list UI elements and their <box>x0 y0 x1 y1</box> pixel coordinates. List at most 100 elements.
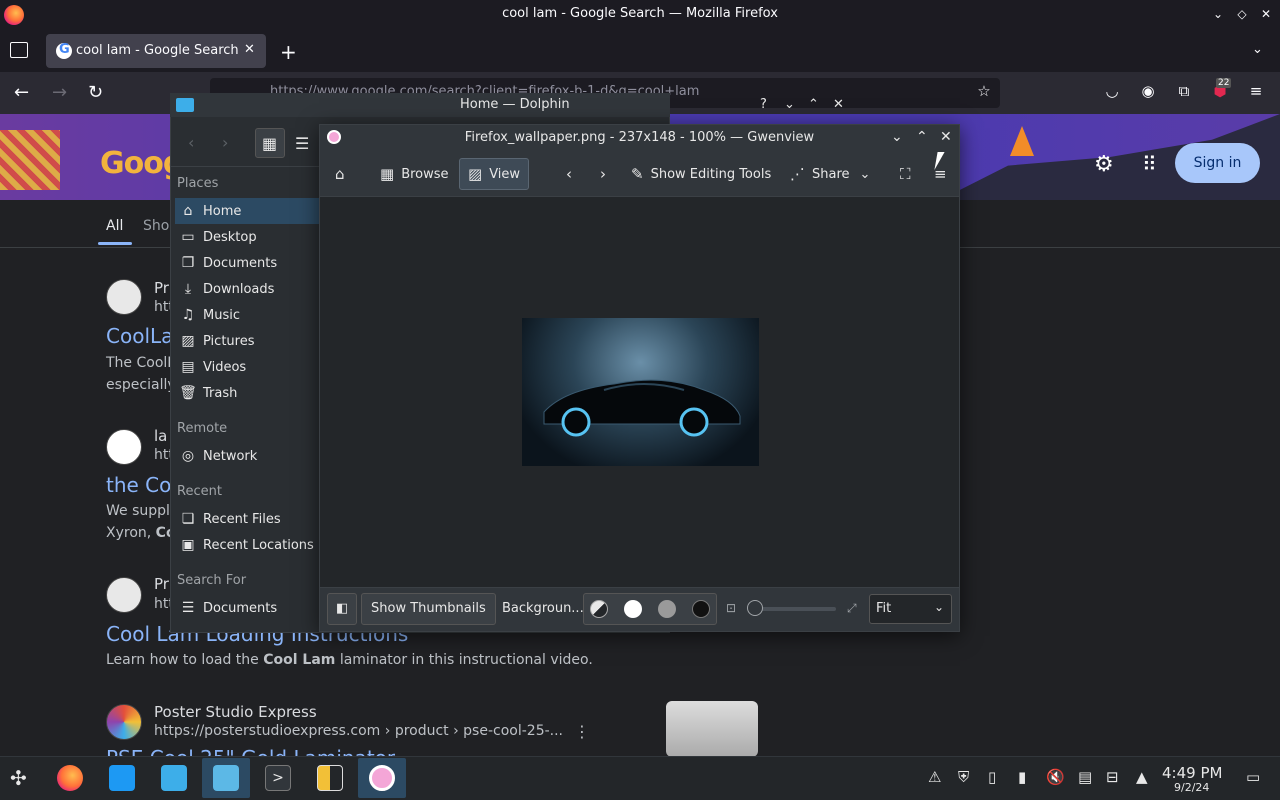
back-chevron-icon[interactable]: ‹ <box>188 133 194 152</box>
tab-all[interactable]: All <box>106 218 123 234</box>
section-search: Search For <box>177 573 247 588</box>
bookmark-star-icon[interactable]: ☆ <box>974 82 994 102</box>
place-desktop[interactable]: ▭ Desktop <box>175 224 321 250</box>
application-launcher-icon[interactable]: ✣ <box>10 766 27 790</box>
show-editing-tools-button[interactable]: ✎ Show Editing Tools <box>623 158 779 190</box>
close-icon[interactable]: ✕ <box>833 97 844 112</box>
list-all-tabs-icon[interactable]: ⌄ <box>1252 42 1263 57</box>
new-tab-icon[interactable]: + <box>280 40 297 64</box>
result-title[interactable]: the Co <box>106 473 171 497</box>
result-url[interactable]: https://posterstudioexpress.com › produc… <box>154 723 563 739</box>
place-trash[interactable]: 🗑 Trash <box>175 380 321 406</box>
place-network[interactable]: ◎ Network <box>175 443 321 469</box>
forward-arrow-icon[interactable]: → <box>52 82 67 103</box>
sign-in-button[interactable]: Sign in <box>1175 143 1260 183</box>
steam-deck-icon <box>317 765 343 791</box>
close-icon[interactable]: ✕ <box>1258 6 1274 22</box>
minimize-icon[interactable]: ⌄ <box>891 129 903 145</box>
place-home[interactable]: ⌂ Home <box>175 198 321 224</box>
settings-gear-icon[interactable]: ⚙ <box>1094 152 1114 177</box>
help-icon[interactable]: ? <box>760 97 767 112</box>
volume-muted-icon[interactable]: 🔇 <box>1046 768 1065 786</box>
share-button[interactable]: ⋰ Share ⌄ <box>782 158 878 190</box>
place-recent-files[interactable]: ❏ Recent Files <box>175 506 321 532</box>
clock-time[interactable]: 4:49 PM <box>1162 764 1222 782</box>
place-recent-locations[interactable]: ▣ Recent Locations <box>175 532 321 558</box>
usb-drive-icon[interactable]: ▤ <box>1078 768 1092 786</box>
place-pictures[interactable]: ▨ Pictures <box>175 328 321 354</box>
reload-icon[interactable]: ↻ <box>88 82 103 103</box>
result-snippet: The CoolL <box>106 355 176 371</box>
result-title[interactable]: PSE Cool 25" Gold Laminator <box>106 746 395 756</box>
tab-label: cool lam - Google Search <box>76 43 239 58</box>
result-site-name[interactable]: Pr <box>154 279 169 297</box>
minimize-icon[interactable]: ⌄ <box>784 97 795 112</box>
place-documents[interactable]: ❐ Documents <box>175 250 321 276</box>
place-music[interactable]: ♫ Music <box>175 302 321 328</box>
details-view-icon[interactable]: ☰ <box>295 134 309 153</box>
apps-grid-icon[interactable]: ⠿ <box>1142 152 1157 176</box>
minimize-icon[interactable]: ⌄ <box>1210 6 1226 22</box>
more-options-icon[interactable]: ⋮ <box>574 722 590 741</box>
result-site-name[interactable]: la <box>154 427 167 445</box>
maximize-icon[interactable]: ⌃ <box>808 97 819 112</box>
dolphin-titlebar[interactable] <box>170 93 670 117</box>
result-site-name[interactable]: Pr <box>154 575 169 593</box>
result-snippet: We supply <box>106 503 179 519</box>
zoom-slider-handle[interactable] <box>747 600 763 616</box>
shield-icon[interactable]: ⛨ <box>958 768 969 786</box>
background-light-button[interactable] <box>624 600 642 618</box>
clipboard-icon[interactable]: ▯ <box>988 768 996 786</box>
chevron-down-icon: ⌄ <box>934 600 945 614</box>
show-thumbnails-button[interactable]: Show Thumbnails <box>361 593 496 625</box>
result-favicon[interactable] <box>106 429 142 465</box>
tab-overview-icon[interactable] <box>10 42 28 58</box>
battery-icon[interactable]: ▮ <box>1018 768 1026 786</box>
back-arrow-icon[interactable]: ← <box>14 82 29 103</box>
show-desktop-icon[interactable]: ▭ <box>1246 768 1260 786</box>
menu-icon[interactable]: ≡ <box>1246 82 1266 102</box>
result-site-name[interactable]: Poster Studio Express <box>154 703 317 721</box>
place-videos[interactable]: ▤ Videos <box>175 354 321 380</box>
fullscreen-button[interactable]: ⛶ <box>892 158 919 190</box>
result-thumbnail[interactable] <box>666 701 758 757</box>
background-neutral-button[interactable] <box>658 600 676 618</box>
extensions-icon[interactable]: ⧉ <box>1174 82 1194 102</box>
terminal-icon: > <box>265 765 291 791</box>
zoom-in-icon[interactable]: ⤢ <box>847 601 857 616</box>
result-title[interactable]: CoolLa <box>106 324 173 348</box>
start-page-button[interactable]: ⌂ <box>327 158 353 190</box>
tray-expand-icon[interactable]: ▲ <box>1136 768 1148 786</box>
maximize-icon[interactable]: ⌃ <box>916 129 928 145</box>
result-favicon[interactable] <box>106 704 142 740</box>
result-favicon[interactable] <box>106 577 142 613</box>
picture-icon: ▨ <box>181 333 195 349</box>
pencil-icon: ✎ <box>631 165 644 183</box>
close-icon[interactable]: ✕ <box>940 129 952 145</box>
zoom-slider[interactable] <box>752 607 836 611</box>
zoom-out-icon[interactable]: ⊡ <box>726 601 736 615</box>
forward-chevron-icon[interactable]: › <box>222 133 228 152</box>
network-wired-icon[interactable]: ⊟ <box>1106 768 1119 786</box>
account-icon[interactable]: ◉ <box>1138 82 1158 102</box>
place-downloads[interactable]: ⤓ Downloads <box>175 276 321 302</box>
background-auto-button[interactable] <box>590 600 608 618</box>
previous-image-button[interactable]: ‹ <box>558 158 580 190</box>
pocket-icon[interactable]: ◡ <box>1102 82 1122 102</box>
search-documents[interactable]: ☰ Documents <box>175 595 321 621</box>
displayed-image[interactable] <box>522 318 759 466</box>
background-dark-button[interactable] <box>692 600 710 618</box>
view-button[interactable]: ▨ View <box>459 158 530 190</box>
clock-date[interactable]: 9/2/24 <box>1174 781 1209 794</box>
next-image-button[interactable]: › <box>592 158 614 190</box>
document-icon: ❐ <box>181 255 195 271</box>
result-favicon[interactable] <box>106 279 142 315</box>
browse-button[interactable]: ▦ Browse <box>372 158 457 190</box>
store-bag-icon <box>161 765 187 791</box>
result-snippet: Learn how to load the Cool Lam laminator… <box>106 652 593 668</box>
notifications-icon[interactable]: ⚠ <box>928 768 941 786</box>
maximize-icon[interactable]: ◇ <box>1234 6 1250 22</box>
firefox-icon <box>57 765 83 791</box>
tab-close-icon[interactable]: ✕ <box>244 42 255 57</box>
section-remote: Remote <box>177 421 228 436</box>
